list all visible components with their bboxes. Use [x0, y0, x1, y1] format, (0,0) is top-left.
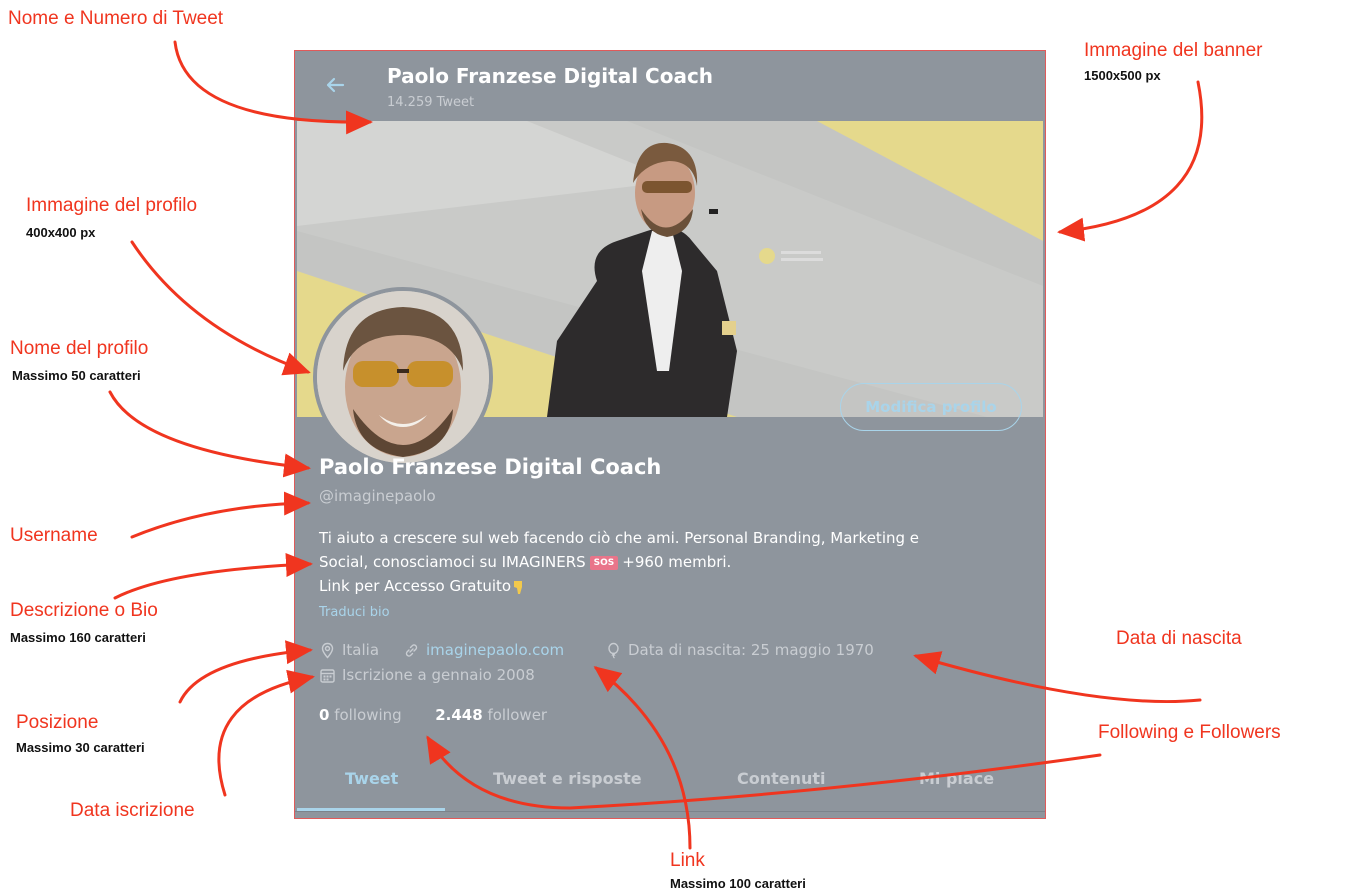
bio-line-3-text: Link per Accesso Gratuito	[319, 577, 512, 595]
tab-bar-divider	[295, 811, 1045, 812]
profile-birthdate: Data di nascita: 25 maggio 1970	[605, 641, 874, 659]
annotation-joined: Data iscrizione	[70, 800, 195, 821]
tab-contenuti[interactable]: Contenuti	[737, 769, 826, 788]
back-arrow-icon[interactable]	[321, 71, 349, 99]
annotation-position-max: Massimo 30 caratteri	[16, 740, 145, 755]
pointing-down-hand-icon	[514, 580, 523, 594]
annotation-link: Link	[670, 850, 705, 871]
link-icon	[405, 643, 418, 657]
birthdate-text: Data di nascita: 25 maggio 1970	[628, 641, 874, 659]
bio-line-1: Ti aiuto a crescere sul web facendo ciò …	[319, 529, 920, 547]
profile-bio: Ti aiuto a crescere sul web facendo ciò …	[319, 526, 1019, 598]
annotation-position: Posizione	[16, 712, 99, 733]
calendar-icon	[320, 668, 335, 683]
annotation-birth: Data di nascita	[1116, 628, 1242, 649]
annotation-profile-name: Nome del profilo	[10, 338, 149, 359]
translate-bio-link[interactable]: Traduci bio	[319, 605, 390, 620]
balloon-icon	[608, 642, 619, 658]
location-text: Italia	[342, 641, 380, 659]
annotation-username: Username	[10, 525, 98, 546]
annotation-follow: Following e Followers	[1098, 722, 1281, 743]
profile-website[interactable]: imaginepaolo.com	[403, 641, 564, 659]
bio-line-2: Social, conosciamoci su IMAGINERS SOS +960…	[319, 550, 1019, 574]
annotation-banner-size: 1500x500 px	[1084, 68, 1161, 83]
profile-panel: Paolo Franzese Digital Coach 14.259 Twee…	[294, 50, 1046, 819]
tab-mi-piace[interactable]: Mi piace	[919, 769, 994, 788]
annotation-profile-image-size: 400x400 px	[26, 225, 96, 240]
annotation-profile-image: Immagine del profilo	[26, 195, 198, 216]
following-count: 0	[319, 706, 330, 724]
edit-profile-button[interactable]: Modifica profilo	[840, 383, 1022, 431]
profile-name: Paolo Franzese Digital Coach	[319, 455, 662, 479]
location-pin-icon	[321, 642, 334, 659]
profile-header-bar: Paolo Franzese Digital Coach 14.259 Twee…	[295, 51, 1045, 121]
profile-avatar[interactable]	[313, 287, 493, 467]
header-title: Paolo Franzese Digital Coach	[387, 64, 714, 88]
following-link[interactable]: 0 following	[319, 706, 402, 724]
annotation-bio: Descrizione o Bio	[10, 600, 158, 621]
annotation-name-tweets: Nome e Numero di Tweet	[8, 8, 224, 29]
profile-join-date: Iscrizione a gennaio 2008	[319, 666, 535, 684]
followers-count: 2.448	[435, 706, 483, 724]
bio-line-2-text: Social, conosciamoci su IMAGINERS	[319, 553, 586, 571]
sos-emoji-icon: SOS	[589, 555, 619, 570]
join-date-text: Iscrizione a gennaio 2008	[342, 666, 535, 684]
profile-location: Italia	[319, 641, 379, 659]
bio-line-3: Link per Accesso Gratuito	[319, 574, 1019, 598]
tab-tweet[interactable]: Tweet	[345, 769, 398, 788]
annotation-bio-max: Massimo 160 caratteri	[10, 630, 146, 645]
followers-link[interactable]: 2.448 follower	[435, 706, 547, 724]
profile-username: @imaginepaolo	[319, 487, 436, 505]
followers-label: follower	[487, 706, 548, 724]
bio-line-2-members: +960 membri.	[622, 553, 732, 571]
follow-stats: 0 following 2.448 follower	[319, 706, 547, 724]
annotation-link-max: Massimo 100 caratteri	[670, 876, 806, 891]
annotation-banner: Immagine del banner	[1084, 40, 1263, 61]
tab-tweet-e-risposte[interactable]: Tweet e risposte	[493, 769, 642, 788]
website-link[interactable]: imaginepaolo.com	[426, 641, 564, 659]
header-tweet-count: 14.259 Tweet	[387, 95, 475, 110]
following-label: following	[334, 706, 402, 724]
avatar-illustration	[317, 291, 489, 463]
annotation-profile-name-max: Massimo 50 caratteri	[12, 368, 141, 383]
